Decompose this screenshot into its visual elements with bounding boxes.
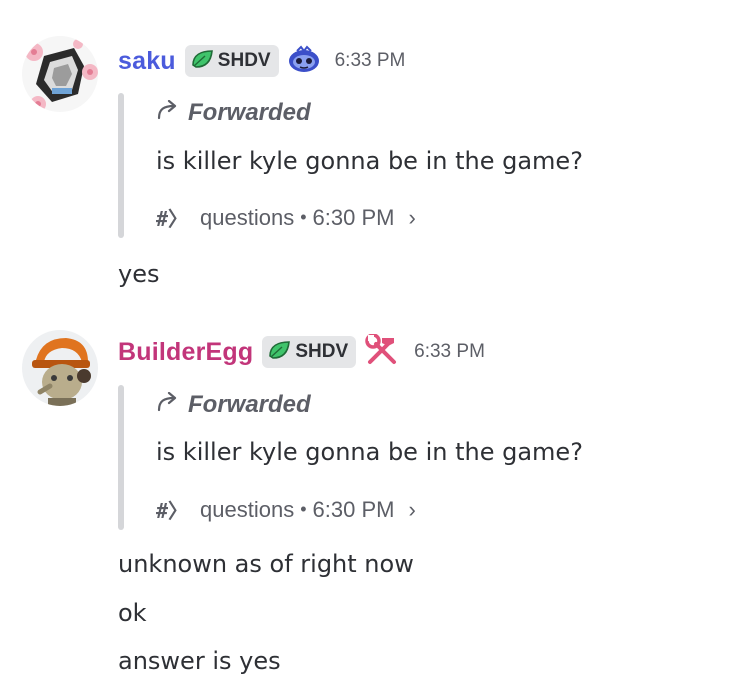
message-header: BuilderEgg SHDV 6:33 PM [118,332,485,372]
message-text: ok [118,599,147,627]
message-builderegg: BuilderEgg SHDV 6:33 PM Forwarded is kil… [0,0,755,694]
forward-bar [118,385,124,530]
hammer-wrench-icon[interactable] [364,333,400,370]
leaf-icon [267,340,291,364]
message-text: answer is yes [118,647,281,675]
forwarded-message[interactable]: Forwarded is killer kyle gonna be in the… [118,385,678,530]
server-tag[interactable]: SHDV [262,336,357,368]
chevron-right-icon[interactable]: › [408,497,415,523]
channel-forward-icon: #〉 [156,499,189,523]
forward-source[interactable]: #〉 questions • 6:30 PM › [156,495,416,524]
channel-name[interactable]: questions [200,497,294,523]
forwarded-label: Forwarded [156,391,311,419]
separator: • [300,499,307,519]
forward-arrow-icon [156,391,188,419]
timestamp[interactable]: 6:33 PM [414,341,485,363]
username[interactable]: BuilderEgg [118,338,253,367]
forward-time: 6:30 PM [312,496,395,522]
message-text: unknown as of right now [118,550,414,578]
server-tag-label: SHDV [295,341,349,362]
avatar[interactable] [22,330,98,406]
forwarded-text: is killer kyle gonna be in the game? [156,438,583,466]
